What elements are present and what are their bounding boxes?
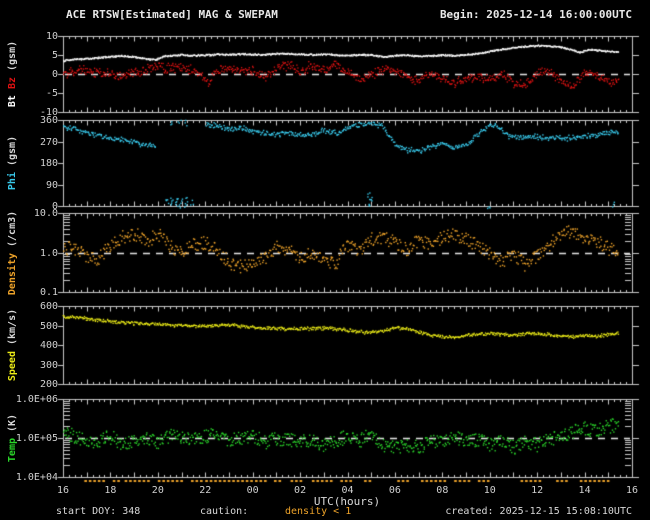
y-axis-label-density: Density (/cm3) bbox=[8, 210, 18, 294]
x-tick-label: 16 bbox=[619, 486, 645, 496]
ace-rtsw-plot: ACE RTSW[Estimated] MAG & SWEPAM Begin: … bbox=[0, 0, 650, 520]
y-axis-label-part: Bz bbox=[7, 77, 18, 89]
x-tick-label: 12 bbox=[524, 486, 550, 496]
created-timestamp: created: 2025-12-15 15:08:10UTC bbox=[445, 506, 632, 517]
y-tick-label: 1.0E+04 bbox=[0, 473, 58, 483]
caution-value: density < 1 bbox=[285, 506, 351, 517]
x-tick-label: 22 bbox=[192, 486, 218, 496]
y-axis-label-part: Bt bbox=[7, 89, 18, 107]
begin-timestamp: Begin: 2025-12-14 16:00:00UTC bbox=[440, 9, 632, 21]
y-axis-label-part: (K) bbox=[7, 414, 18, 438]
y-axis-label-speed: Speed (km/s) bbox=[8, 309, 18, 381]
x-tick-label: 20 bbox=[145, 486, 171, 496]
chart-canvas bbox=[0, 0, 650, 520]
x-tick-label: 10 bbox=[477, 486, 503, 496]
plot-title: ACE RTSW[Estimated] MAG & SWEPAM bbox=[66, 9, 278, 21]
x-tick-label: 14 bbox=[572, 486, 598, 496]
y-axis-label-bt-bz: Bt Bz (gsm) bbox=[8, 41, 18, 107]
x-tick-label: 08 bbox=[429, 486, 455, 496]
y-axis-label-part: (gsm) bbox=[7, 136, 18, 172]
y-axis-label-temp: Temp (K) bbox=[8, 414, 18, 462]
y-axis-label-part: Phi bbox=[7, 172, 18, 190]
y-axis-label-phi: Phi (gsm) bbox=[8, 136, 18, 190]
y-axis-label-part: (/cm3) bbox=[7, 210, 18, 252]
x-tick-label: 00 bbox=[240, 486, 266, 496]
y-axis-label-part: (km/s) bbox=[7, 309, 18, 351]
x-tick-label: 02 bbox=[287, 486, 313, 496]
x-tick-label: 16 bbox=[50, 486, 76, 496]
caution-label: caution: bbox=[200, 506, 248, 517]
y-axis-label-part: (gsm) bbox=[7, 41, 18, 77]
x-tick-label: 18 bbox=[97, 486, 123, 496]
y-axis-label-part: Temp bbox=[7, 438, 18, 462]
y-axis-label-part: Speed bbox=[7, 351, 18, 381]
y-tick-label: 1.0E+06 bbox=[0, 395, 58, 405]
y-tick-label: 360 bbox=[0, 116, 58, 126]
start-doy-label: start DOY: 348 bbox=[56, 506, 140, 517]
y-axis-label-part: Density bbox=[7, 253, 18, 295]
x-tick-label: 06 bbox=[382, 486, 408, 496]
